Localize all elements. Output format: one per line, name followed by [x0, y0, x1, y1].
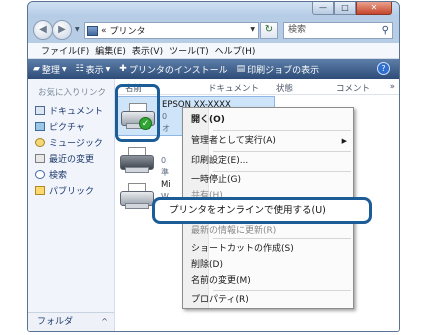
- back-button[interactable]: ◀: [33, 20, 53, 40]
- chevron-up-icon: ^: [101, 317, 108, 326]
- menu-view[interactable]: 表示(V): [132, 44, 163, 57]
- menu-separator: [213, 290, 351, 291]
- title-bar: — □ ✕: [28, 2, 399, 17]
- print-queue-icon: ▤: [236, 64, 246, 74]
- search-icon: [35, 169, 45, 179]
- address-path: プリンタ: [109, 27, 146, 37]
- column-header-status[interactable]: 状態: [276, 82, 293, 94]
- sidebar-item-label: ピクチャ: [49, 122, 85, 133]
- menu-item-open[interactable]: 開く(O): [183, 112, 353, 128]
- address-row: ◀ ▶ ▼ « プリンタ ▼ ↻ 検索 ⚲: [28, 17, 399, 43]
- refresh-button[interactable]: ↻: [260, 22, 278, 39]
- documents-icon: [35, 105, 45, 115]
- sidebar-item-pictures[interactable]: ピクチャ: [35, 118, 103, 134]
- printer-docs: 0: [161, 156, 167, 165]
- print-jobs-button[interactable]: ▤ 印刷ジョブの表示: [237, 63, 320, 76]
- search-icon[interactable]: ⚲: [382, 23, 389, 38]
- organize-label: 整理: [41, 65, 60, 76]
- menu-file[interactable]: ファイル(F): [41, 44, 89, 57]
- printer-icon: [120, 147, 154, 175]
- views-label: 表示: [85, 65, 104, 76]
- sidebar-item-label: ドキュメント: [49, 106, 104, 117]
- printer-highlight-callout: [115, 84, 160, 142]
- column-header-comment[interactable]: コメント: [336, 82, 370, 94]
- menu-help[interactable]: ヘルプ(H): [215, 44, 256, 57]
- printer-docs: 0: [162, 112, 168, 121]
- sidebar-item-label: 最近の変更: [49, 154, 95, 165]
- folders-label: フォルダ: [37, 317, 74, 327]
- menu-item-printing-preferences[interactable]: 印刷設定(E)...: [183, 153, 353, 169]
- favorite-links-list: ドキュメント ピクチャ ミュージック 最近の変更 検索 パブリック: [35, 102, 103, 198]
- add-printer-button[interactable]: ✚ プリンタのインストール: [119, 63, 227, 76]
- help-icon[interactable]: ?: [377, 62, 390, 75]
- maximize-button[interactable]: □: [334, 2, 356, 15]
- window-controls: — □ ✕: [312, 2, 392, 15]
- print-jobs-label: 印刷ジョブの表示: [247, 65, 320, 76]
- forward-button[interactable]: ▶: [52, 20, 72, 40]
- menu-item-properties[interactable]: プロパティ(R): [183, 292, 353, 308]
- menu-separator: [213, 238, 351, 239]
- chevron-down-icon: ▼: [61, 65, 67, 73]
- command-toolbar: ▰ 整理 ▼ ☷ 表示 ▼ ✚ プリンタのインストール ▤ 印刷ジョブの表示 ?: [28, 59, 399, 79]
- music-icon: [35, 137, 45, 147]
- pictures-icon: [35, 121, 45, 131]
- sidebar-item-label: ミュージック: [49, 138, 103, 149]
- minimize-button[interactable]: —: [312, 2, 334, 15]
- printers-folder-icon: [87, 25, 98, 36]
- history-dropdown-icon[interactable]: ▼: [75, 26, 80, 33]
- column-header-documents[interactable]: ドキュメント: [208, 82, 259, 94]
- menu-item-refresh[interactable]: 最新の情報に更新(R): [183, 223, 353, 239]
- public-icon: [35, 185, 45, 195]
- address-prefix: «: [101, 25, 107, 36]
- submenu-arrow-icon: ▶: [341, 137, 347, 145]
- menu-item-run-as-admin[interactable]: 管理者として実行(A) ▶: [183, 133, 353, 149]
- sidebar-item-music[interactable]: ミュージック: [35, 134, 103, 150]
- menu-item-label: 管理者として実行(A): [191, 136, 276, 146]
- menu-bar: ファイル(F) 編集(E) 表示(V) ツール(T) ヘルプ(H): [28, 43, 399, 59]
- folders-toggle[interactable]: フォルダ ^: [28, 312, 114, 331]
- add-printer-icon: ✚: [119, 64, 127, 74]
- menu-item-delete[interactable]: 削除(D): [183, 257, 353, 273]
- sidebar-item-documents[interactable]: ドキュメント: [35, 102, 103, 118]
- organize-icon: ▰: [33, 64, 40, 74]
- recent-icon: [35, 153, 45, 163]
- navigation-pane: お気に入りリンク ドキュメント ピクチャ ミュージック 最近の変更 検索 パブリ…: [28, 79, 115, 331]
- printer-name: Mi: [161, 180, 171, 190]
- sidebar-item-label: パブリック: [49, 186, 95, 197]
- views-icon: ☷: [75, 64, 84, 74]
- organize-button[interactable]: ▰ 整理 ▼: [33, 63, 67, 76]
- chevron-down-icon: ▼: [105, 65, 111, 73]
- search-placeholder: 検索: [288, 25, 307, 35]
- use-online-highlight-callout[interactable]: プリンタをオンラインで使用する(U): [152, 197, 372, 224]
- menu-edit[interactable]: 編集(E): [95, 44, 126, 57]
- views-button[interactable]: ☷ 表示 ▼: [76, 63, 111, 76]
- close-button[interactable]: ✕: [356, 2, 392, 15]
- menu-item-rename[interactable]: 名前の変更(M): [183, 273, 353, 289]
- sidebar-item-public[interactable]: パブリック: [35, 182, 103, 198]
- menu-item-pause[interactable]: 一時停止(G): [183, 172, 353, 188]
- search-input[interactable]: 検索 ⚲: [283, 22, 393, 39]
- menu-separator: [213, 130, 351, 131]
- sidebar-item-recent[interactable]: 最近の変更: [35, 150, 103, 166]
- menu-separator: [213, 151, 351, 152]
- more-columns-icon[interactable]: »: [390, 82, 395, 92]
- menu-tools[interactable]: ツール(T): [169, 44, 209, 57]
- add-printer-label: プリンタのインストール: [128, 65, 228, 76]
- menu-item-create-shortcut[interactable]: ショートカットの作成(S): [183, 241, 353, 257]
- sidebar-item-search[interactable]: 検索: [35, 166, 103, 182]
- favorite-links-header: お気に入りリンク: [38, 88, 107, 98]
- address-bar[interactable]: « プリンタ ▼: [84, 22, 259, 39]
- printer-icon: [120, 183, 154, 211]
- address-dropdown-icon[interactable]: ▼: [250, 26, 255, 33]
- printer-status: オ: [162, 124, 170, 133]
- sidebar-item-label: 検索: [49, 170, 68, 181]
